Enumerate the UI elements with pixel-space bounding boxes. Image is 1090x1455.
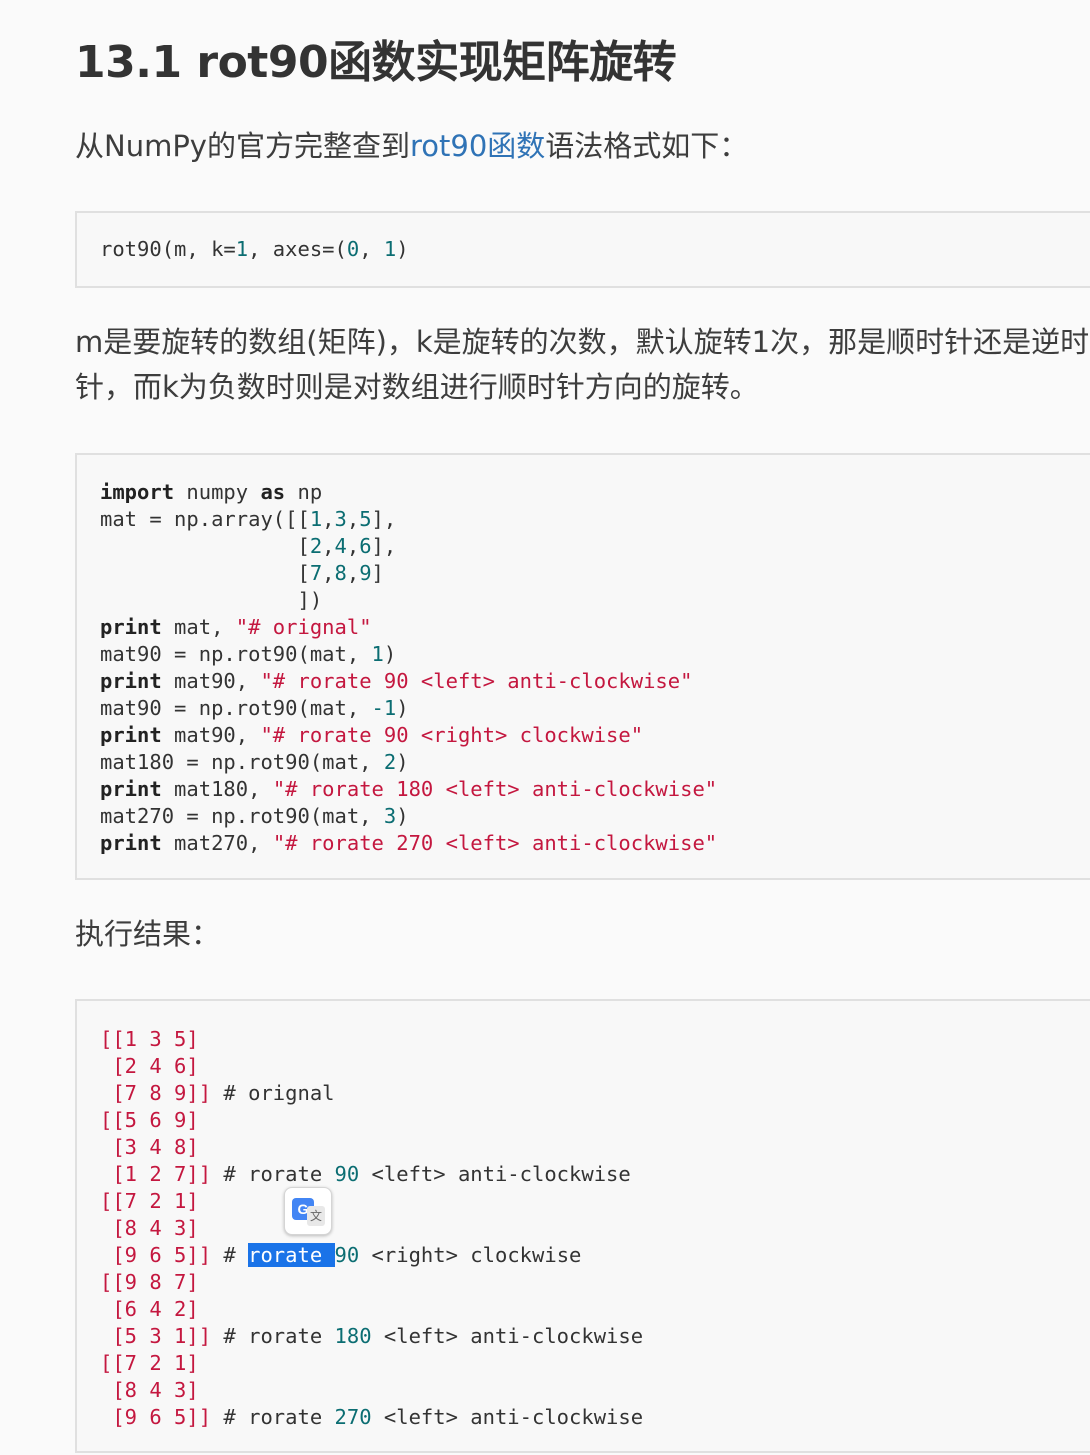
example-code-block: import numpy as np mat = np.array([[1,3,… — [75, 453, 1090, 880]
example-code: import numpy as np mat = np.array([[1,3,… — [100, 480, 718, 855]
output-code: [[1 3 5] [2 4 6] [7 8 9]] # orignal [[5 … — [100, 1027, 644, 1429]
result-label: 执行结果： — [75, 917, 221, 951]
section-heading: 13.1 rot90函数实现矩阵旋转 — [75, 37, 677, 88]
rot90-doc-link[interactable]: rot90函数 — [410, 129, 545, 163]
intro-text: 从NumPy的官方完整查到 — [75, 129, 410, 163]
intro-text-end: 语法格式如下： — [545, 129, 749, 163]
description-line-1: m是要旋转的数组(矩阵)，k是旋转的次数，默认旋转1次，那是顺时针还是逆时 — [75, 325, 1090, 359]
syntax-code: rot90(m, k=1, axes=(0, 1) — [100, 237, 409, 261]
syntax-code-block: rot90(m, k=1, axes=(0, 1) — [75, 211, 1090, 288]
description-line-2: 针，而k为负数时则是对数组进行顺时针方向的旋转。 — [75, 370, 759, 404]
selected-text: rorate — [248, 1243, 335, 1267]
translate-character-icon: 文 — [307, 1206, 325, 1226]
google-translate-button[interactable]: G 文 — [284, 1187, 332, 1235]
output-code-block: [[1 3 5] [2 4 6] [7 8 9]] # orignal [[5 … — [75, 999, 1090, 1453]
intro-paragraph: 从NumPy的官方完整查到rot90函数语法格式如下： — [75, 124, 748, 168]
